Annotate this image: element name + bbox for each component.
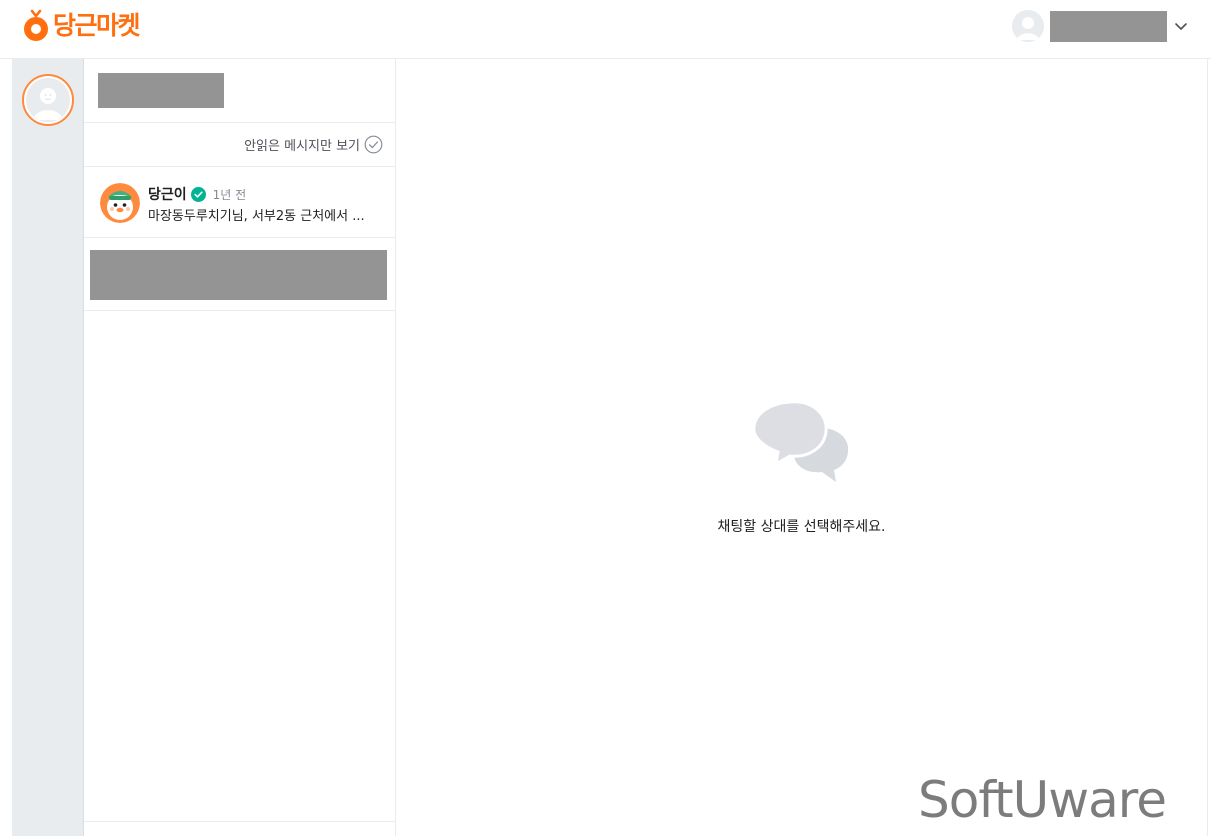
chat-main-area: 채팅할 상대를 선택해주세요.	[396, 59, 1207, 836]
empty-state-message: 채팅할 상대를 선택해주세요.	[717, 519, 886, 535]
chat-list-item[interactable]	[84, 238, 395, 311]
carrot-logo-icon	[24, 9, 48, 41]
chat-list-panel: 안읽은 메시지만 보기 당근이 1년 전 마장동두루치기님, 서부2동 근처에서…	[84, 59, 396, 836]
chat-preview-text: 마장동두루치기님, 서부2동 근처에서 ...	[148, 209, 365, 224]
logo[interactable]: 당근마켓	[23, 9, 141, 43]
check-circle-icon[interactable]	[364, 135, 383, 154]
verified-badge-icon	[190, 186, 206, 202]
chat-list-header	[84, 59, 395, 123]
rail-account-avatar[interactable]	[22, 74, 74, 126]
logo-text: 당근마켓	[53, 11, 141, 40]
user-avatar	[1012, 10, 1044, 42]
chat-list-item[interactable]: 당근이 1년 전 마장동두루치기님, 서부2동 근처에서 ...	[84, 167, 395, 238]
chat-list-title-redacted	[98, 73, 224, 108]
profile-avatar-icon	[26, 78, 70, 122]
right-divider	[1207, 59, 1208, 836]
chat-timestamp: 1년 전	[212, 187, 247, 202]
chat-list-footer	[84, 821, 395, 836]
chat-bubbles-icon	[752, 400, 849, 482]
carrot-mascot-avatar-icon	[100, 183, 140, 223]
unread-only-label: 안읽은 메시지만 보기	[244, 139, 360, 154]
user-menu[interactable]	[1012, 10, 1189, 42]
unread-only-toggle[interactable]: 안읽은 메시지만 보기	[84, 123, 395, 167]
chat-item-redacted	[90, 250, 387, 300]
top-header: 당근마켓	[0, 0, 1211, 59]
watermark-text: SoftUware	[918, 771, 1167, 829]
account-rail	[12, 59, 84, 836]
chevron-down-icon[interactable]	[1173, 18, 1189, 34]
user-name-redacted	[1050, 10, 1167, 42]
chat-partner-name: 당근이	[148, 187, 187, 203]
chat-item-header: 당근이 1년 전	[148, 184, 246, 204]
